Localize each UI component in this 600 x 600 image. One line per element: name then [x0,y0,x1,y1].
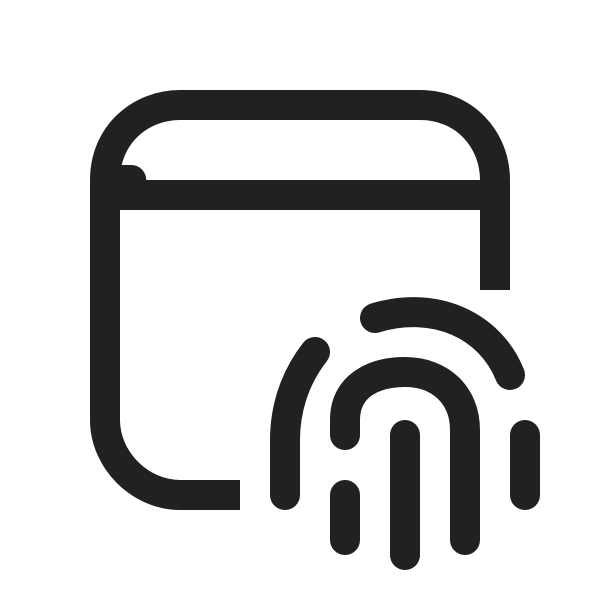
fingerprint-left-arc [270,337,330,510]
fingerprint-icon [270,297,540,570]
window-fingerprint-icon [90,90,540,570]
icon-canvas [0,0,600,600]
